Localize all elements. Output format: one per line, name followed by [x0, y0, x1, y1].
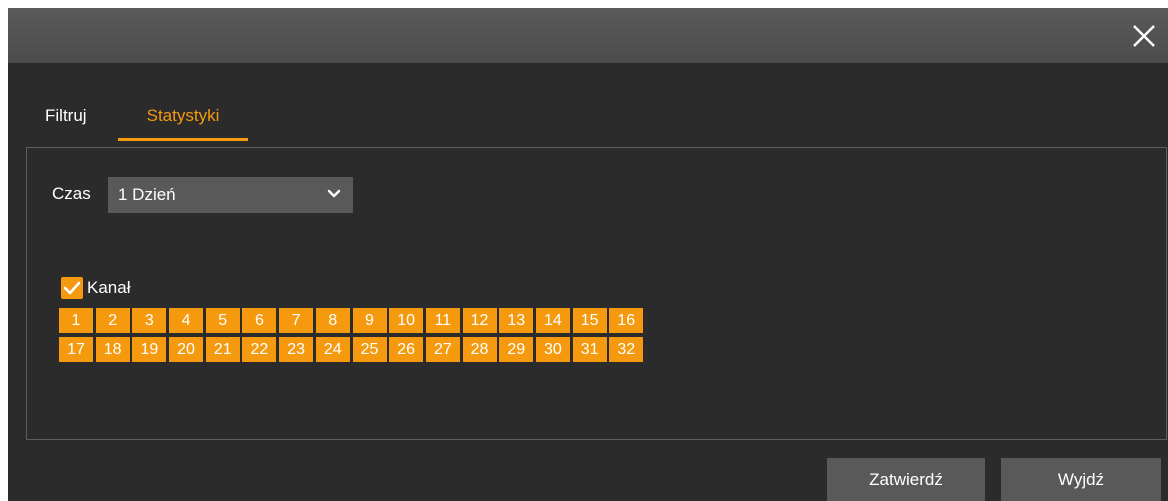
- channel-19-button[interactable]: 19: [132, 337, 167, 362]
- channel-8-button[interactable]: 8: [315, 308, 350, 333]
- channel-20-button[interactable]: 20: [169, 337, 204, 362]
- channel-5-button[interactable]: 5: [205, 308, 240, 333]
- channel-15-button[interactable]: 15: [572, 308, 607, 333]
- channel-26-button[interactable]: 26: [389, 337, 424, 362]
- channel-grid: 1 2 3 4 5 6 7 8 9 10 11 12 13 14 15 16 1…: [59, 308, 647, 366]
- channel-1-button[interactable]: 1: [59, 308, 93, 333]
- time-select[interactable]: 1 Dzień: [108, 177, 353, 213]
- channel-17-button[interactable]: 17: [59, 337, 93, 362]
- time-label: Czas: [52, 184, 91, 203]
- channel-3-button[interactable]: 3: [132, 308, 167, 333]
- channel-21-button[interactable]: 21: [205, 337, 240, 362]
- tab-bar: Filtruj Statystyki: [8, 96, 1168, 146]
- channel-22-button[interactable]: 22: [242, 337, 277, 362]
- chevron-down-icon: [327, 189, 341, 198]
- channel-row-2: 17 18 19 20 21 22 23 24 25 26 27 28 29 3…: [59, 337, 647, 362]
- close-icon: [1133, 25, 1155, 47]
- channel-13-button[interactable]: 13: [499, 308, 534, 333]
- channel-9-button[interactable]: 9: [352, 308, 387, 333]
- channel-14-button[interactable]: 14: [535, 308, 570, 333]
- channel-all-checkbox[interactable]: [61, 277, 83, 299]
- channel-row-1: 1 2 3 4 5 6 7 8 9 10 11 12 13 14 15 16: [59, 308, 647, 333]
- time-select-value: 1 Dzień: [118, 185, 176, 204]
- statistics-dialog: Filtruj Statystyki Czas 1 Dzień Kanał 1 …: [8, 8, 1168, 501]
- channel-29-button[interactable]: 29: [499, 337, 534, 362]
- channel-10-button[interactable]: 10: [389, 308, 424, 333]
- channel-4-button[interactable]: 4: [169, 308, 204, 333]
- confirm-button[interactable]: Zatwierdź: [827, 458, 985, 501]
- statistics-panel: Czas 1 Dzień Kanał 1 2 3 4 5 6 7 8 9 10 …: [26, 147, 1167, 440]
- title-bar: [8, 8, 1168, 63]
- channel-28-button[interactable]: 28: [462, 337, 497, 362]
- channel-7-button[interactable]: 7: [279, 308, 314, 333]
- channel-24-button[interactable]: 24: [315, 337, 350, 362]
- channel-32-button[interactable]: 32: [609, 337, 644, 362]
- channel-18-button[interactable]: 18: [95, 337, 130, 362]
- channel-12-button[interactable]: 12: [462, 308, 497, 333]
- channel-30-button[interactable]: 30: [535, 337, 570, 362]
- channel-25-button[interactable]: 25: [352, 337, 387, 362]
- channel-23-button[interactable]: 23: [279, 337, 314, 362]
- exit-button[interactable]: Wyjdź: [1001, 458, 1161, 501]
- tab-statystyki[interactable]: Statystyki: [118, 96, 248, 141]
- channel-11-button[interactable]: 11: [425, 308, 460, 333]
- tab-filtruj[interactable]: Filtruj: [45, 96, 87, 138]
- checkmark-icon: [63, 281, 81, 295]
- channel-label: Kanał: [87, 278, 131, 297]
- close-button[interactable]: [1124, 16, 1164, 56]
- channel-31-button[interactable]: 31: [572, 337, 607, 362]
- channel-2-button[interactable]: 2: [95, 308, 130, 333]
- channel-header: Kanał: [61, 276, 130, 300]
- channel-27-button[interactable]: 27: [425, 337, 460, 362]
- channel-6-button[interactable]: 6: [242, 308, 277, 333]
- channel-16-button[interactable]: 16: [609, 308, 644, 333]
